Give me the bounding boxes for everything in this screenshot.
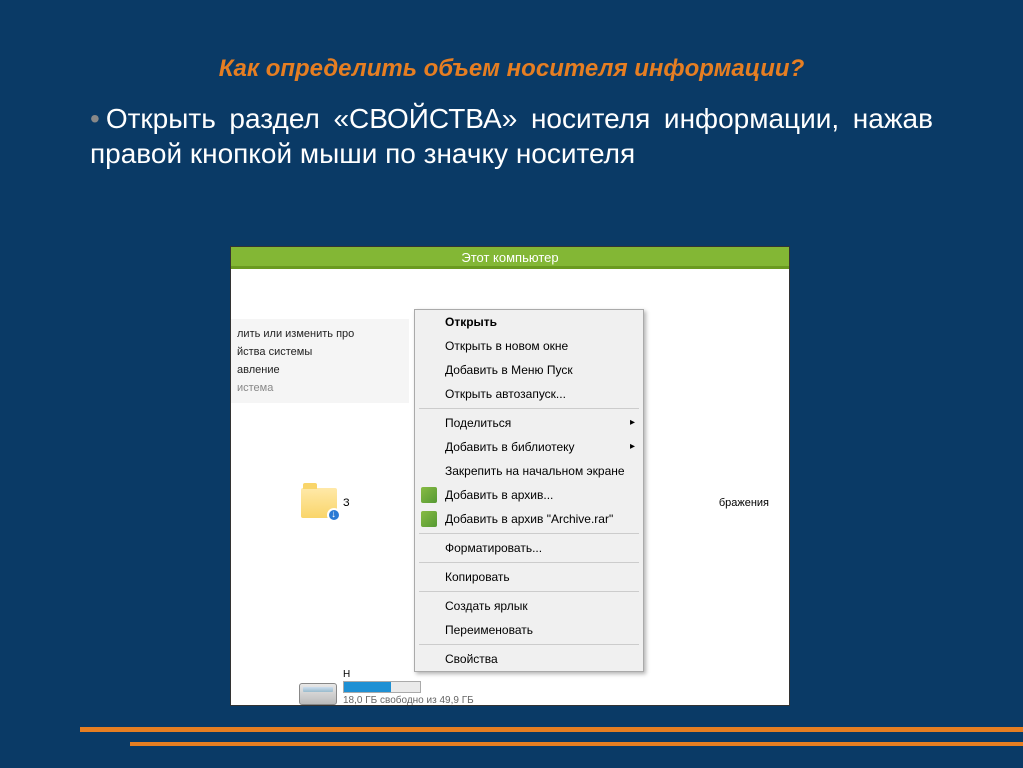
menu-separator xyxy=(419,591,639,592)
sidebar-item-1[interactable]: лить или изменить про xyxy=(231,325,409,343)
window-titlebar: Этот компьютер xyxy=(231,247,789,269)
bullet-marker: • xyxy=(90,103,100,134)
menu-item-3[interactable]: Открыть автозапуск... xyxy=(415,382,643,406)
menu-item-8[interactable]: Добавить в архив... xyxy=(415,483,643,507)
menu-item-6[interactable]: Добавить в библиотеку▸ xyxy=(415,435,643,459)
footer-accent-1 xyxy=(80,727,1023,732)
footer-accent-2 xyxy=(130,742,1023,746)
folder-item[interactable]: З xyxy=(301,488,350,518)
menu-separator xyxy=(419,533,639,534)
context-menu: ОткрытьОткрыть в новом окнеДобавить в Ме… xyxy=(414,309,644,672)
menu-separator xyxy=(419,408,639,409)
drive-usage-fill xyxy=(344,682,391,692)
sidebar-item-3[interactable]: авление xyxy=(231,361,409,379)
menu-item-15[interactable]: Создать ярлык xyxy=(415,594,643,618)
sidebar-item-4[interactable]: истема xyxy=(231,379,409,397)
slide-body-text: Открыть раздел «СВОЙСТВА» носителя инфор… xyxy=(90,103,933,169)
menu-separator xyxy=(419,562,639,563)
content-area: лить или изменить про йства системы авле… xyxy=(231,283,789,705)
toolbar-strip xyxy=(231,269,789,281)
folder-label: З xyxy=(343,497,350,509)
slide-body: •Открыть раздел «СВОЙСТВА» носителя инфо… xyxy=(0,101,1023,171)
menu-item-11[interactable]: Форматировать... xyxy=(415,536,643,560)
menu-item-16[interactable]: Переименовать xyxy=(415,618,643,642)
sidebar-item-2[interactable]: йства системы xyxy=(231,343,409,361)
submenu-arrow-icon: ▸ xyxy=(630,417,635,428)
download-arrow-icon xyxy=(327,508,341,522)
menu-item-18[interactable]: Свойства xyxy=(415,647,643,671)
drive-item[interactable] xyxy=(299,683,337,705)
folder-icon xyxy=(301,488,337,518)
archive-icon xyxy=(421,511,437,527)
menu-separator xyxy=(419,644,639,645)
menu-item-13[interactable]: Копировать xyxy=(415,565,643,589)
menu-item-9[interactable]: Добавить в архив "Archive.rar" xyxy=(415,507,643,531)
drive-icon xyxy=(299,683,337,705)
sidebar-panel: лить или изменить про йства системы авле… xyxy=(231,319,409,403)
menu-item-7[interactable]: Закрепить на начальном экране xyxy=(415,459,643,483)
drive-letter: Н xyxy=(343,669,350,680)
archive-icon xyxy=(421,487,437,503)
drive-status-text: 18,0 ГБ свободно из 49,9 ГБ xyxy=(343,695,474,705)
submenu-arrow-icon: ▸ xyxy=(630,441,635,452)
menu-item-1[interactable]: Открыть в новом окне xyxy=(415,334,643,358)
menu-item-2[interactable]: Добавить в Меню Пуск xyxy=(415,358,643,382)
drive-usage-bar xyxy=(343,681,421,693)
slide-title: Как определить объем носителя информации… xyxy=(0,0,1023,101)
partial-label-right: бражения xyxy=(719,497,769,509)
explorer-window: Этот компьютер лить или изменить про йст… xyxy=(230,246,790,706)
menu-item-5[interactable]: Поделиться▸ xyxy=(415,411,643,435)
menu-item-0[interactable]: Открыть xyxy=(415,310,643,334)
